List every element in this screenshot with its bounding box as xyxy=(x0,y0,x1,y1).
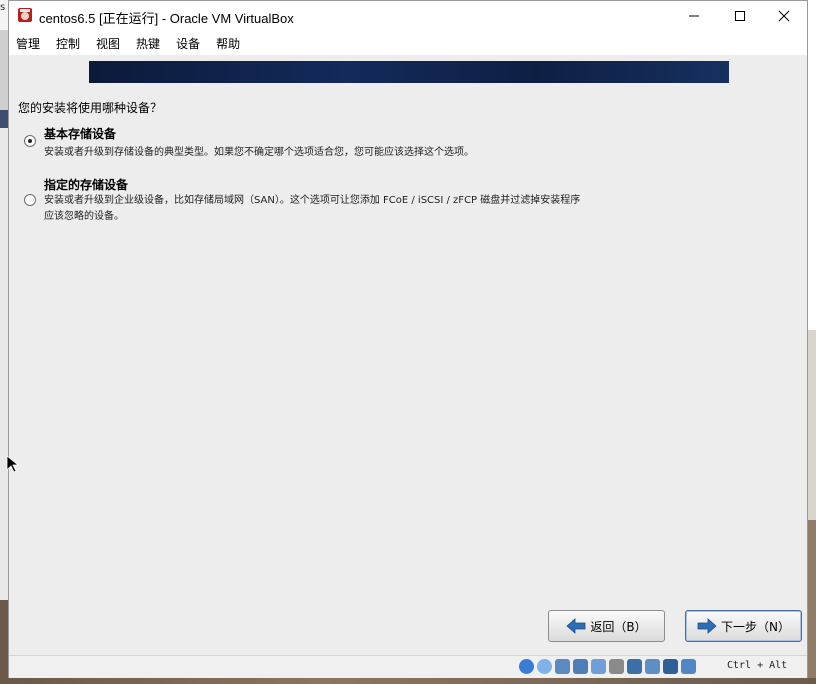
menu-bar: 管理 控制 视图 热键 设备 帮助 xyxy=(9,31,807,55)
record-icon[interactable] xyxy=(627,659,642,674)
display-icon[interactable] xyxy=(609,659,624,674)
hdd-icon[interactable] xyxy=(519,659,534,674)
specialized-storage-title: 指定的存储设备 xyxy=(44,178,129,192)
mouse-integration-icon[interactable] xyxy=(645,659,660,674)
minimize-icon xyxy=(689,15,699,17)
arrow-right-icon xyxy=(697,618,717,634)
vm-display[interactable]: 您的安装将使用哪种设备？ 基本存储设备 安装或者升级到存储设备的典型类型。如果您… xyxy=(10,55,807,655)
menu-manage[interactable]: 管理 xyxy=(9,35,49,52)
specialized-storage-description-line2: 应该忽略的设备。 xyxy=(44,211,124,222)
status-icons xyxy=(519,659,696,674)
close-icon xyxy=(778,10,790,22)
title-bar[interactable]: centos6.5 [正在运行] - Oracle VM VirtualBox xyxy=(9,1,807,31)
specialized-storage-radio[interactable] xyxy=(24,194,36,206)
host-key-label: Ctrl + Alt xyxy=(727,660,788,671)
menu-help[interactable]: 帮助 xyxy=(209,35,249,52)
maximize-button[interactable] xyxy=(717,1,763,31)
mouse-cursor-icon xyxy=(6,455,18,473)
keyboard-icon[interactable] xyxy=(681,659,696,674)
desktop-background-right xyxy=(808,0,816,684)
storage-question: 您的安装将使用哪种设备？ xyxy=(18,101,163,115)
basic-storage-title: 基本存储设备 xyxy=(44,127,117,141)
desktop-background-left xyxy=(0,0,8,684)
back-button[interactable]: 返回（B） xyxy=(548,610,665,642)
basic-storage-description: 安装或者升级到存储设备的典型类型。如果您不确定哪个选项适合您，您可能应该选择这个… xyxy=(44,147,474,158)
menu-view[interactable]: 视图 xyxy=(89,35,129,52)
desktop-window-edge-text: s xyxy=(0,2,6,13)
specialized-storage-description-line1: 安装或者升级到企业级设备，比如存储局域网（SAN）。这个选项可让您添加 FCoE… xyxy=(44,195,581,206)
close-button[interactable] xyxy=(761,1,807,31)
cd-icon[interactable] xyxy=(537,659,552,674)
minimize-button[interactable] xyxy=(671,1,717,31)
menu-devices[interactable]: 设备 xyxy=(169,35,209,52)
maximize-icon xyxy=(735,11,745,21)
next-button[interactable]: 下一步（N） xyxy=(685,610,802,642)
cpu-icon[interactable] xyxy=(663,659,678,674)
shared-folder-icon[interactable] xyxy=(591,659,606,674)
virtualbox-window: centos6.5 [正在运行] - Oracle VM VirtualBox … xyxy=(8,0,808,678)
basic-storage-radio[interactable] xyxy=(24,135,36,147)
desktop-background-bottom xyxy=(0,678,816,684)
menu-control[interactable]: 控制 xyxy=(49,35,89,52)
network-icon[interactable] xyxy=(573,659,588,674)
menu-hotkeys[interactable]: 热键 xyxy=(129,35,169,52)
status-bar: Ctrl + Alt xyxy=(9,655,807,678)
back-button-label: 返回（B） xyxy=(590,619,647,634)
window-title: centos6.5 [正在运行] - Oracle VM VirtualBox xyxy=(39,11,294,26)
next-button-label: 下一步（N） xyxy=(721,619,790,634)
arrow-left-icon xyxy=(566,618,586,634)
virtualbox-app-icon xyxy=(18,8,32,22)
installer-banner xyxy=(89,61,729,83)
usb-icon[interactable] xyxy=(555,659,570,674)
specialized-storage-description: 安装或者升级到企业级设备，比如存储局域网（SAN）。这个选项可让您添加 FCoE… xyxy=(44,193,580,225)
